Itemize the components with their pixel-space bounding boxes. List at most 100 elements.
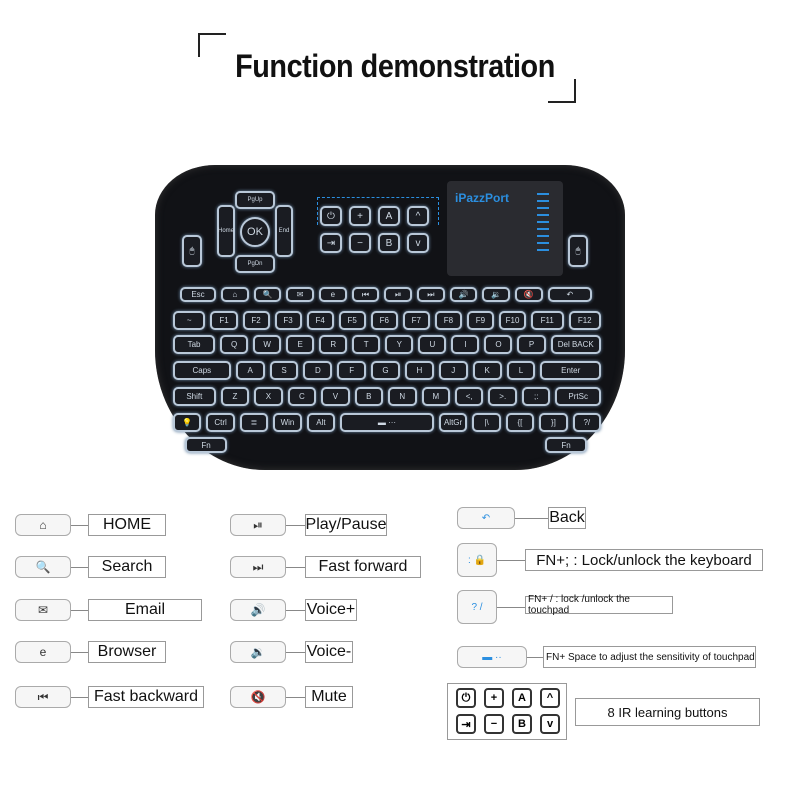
voice--key-icon: 🔊 xyxy=(230,599,286,621)
keyboard-key: Alt xyxy=(306,413,336,432)
legend-label: Search xyxy=(88,556,166,578)
browser-key-icon: e xyxy=(15,641,71,663)
keyboard-key: |\ xyxy=(472,413,501,432)
keyboard-key: >. xyxy=(488,387,517,406)
search-key-icon: 🔍 xyxy=(15,556,71,578)
keyboard-key: F3 xyxy=(274,311,302,330)
keyboard-key: O xyxy=(484,335,513,354)
dpad-right-key: End xyxy=(275,205,293,257)
keyboard-key: F7 xyxy=(402,311,430,330)
legend-label: Play/Pause xyxy=(305,514,387,536)
keyboard-key: F10 xyxy=(499,311,527,330)
keyboard-key: F1 xyxy=(210,311,238,330)
legend-label: Back xyxy=(548,507,586,529)
keyboard-key: Y xyxy=(385,335,414,354)
keyboard-key: W xyxy=(253,335,282,354)
keyboard-key: K xyxy=(472,361,502,380)
ir-learning-label: 8 IR learning buttons xyxy=(575,698,760,726)
ir-key: v xyxy=(407,233,429,253)
right-legend-key-icon: : 🔒 xyxy=(457,543,497,577)
keyboard-key: P xyxy=(517,335,546,354)
left-mouse-key: 🖱 xyxy=(182,235,202,267)
keyboard-key: V xyxy=(321,387,350,406)
keyboard-key: F xyxy=(337,361,367,380)
keyboard-key: Shift xyxy=(173,387,216,406)
connector-line xyxy=(71,610,88,611)
right-legend-key-icon: ▬ ·· xyxy=(457,646,527,668)
legend-label: FN+; : Lock/unlock the keyboard xyxy=(525,549,763,571)
legend-label: Voice- xyxy=(305,641,353,663)
legend-label: FN+ Space to adjust the sensitivity of t… xyxy=(543,646,756,668)
mute-key-icon: 🔇 xyxy=(230,686,286,708)
keyboard-key: ✉ xyxy=(286,287,314,302)
legend-label: Mute xyxy=(305,686,353,708)
keyboard-key: A xyxy=(235,361,265,380)
keyboard-key: Caps xyxy=(173,361,231,380)
keyboard-key: PrtSc xyxy=(555,387,601,406)
keyboard-key: Tab xyxy=(173,335,216,354)
keyboard-key: Z xyxy=(220,387,250,406)
keyboard-key: Ctrl xyxy=(206,413,235,432)
keyboard-image: iPazzPort OK PgUp PgDn Home End 🖱 🖱 ⏻ + A ^… xyxy=(155,165,625,470)
keyboard-key: F11 xyxy=(531,311,564,330)
play-pause-key-icon: ⏯ xyxy=(230,514,286,536)
keyboard-key: ↶ xyxy=(547,287,592,302)
keyboard-key: <, xyxy=(455,387,484,406)
keyboard-key: ⏭ xyxy=(417,287,445,302)
fn-key: Fn xyxy=(185,437,227,453)
keyboard-key: J xyxy=(438,361,468,380)
connector-line xyxy=(286,652,305,653)
email-key-icon: ✉ xyxy=(15,599,71,621)
legend-label: Email xyxy=(88,599,202,621)
corner-decoration xyxy=(548,79,576,103)
brand-logo: iPazzPort xyxy=(455,191,510,205)
keyboard-key: 🔉 xyxy=(482,287,511,302)
ir-button-icon: B xyxy=(512,714,532,734)
keyboard-key: }] xyxy=(539,413,568,432)
keyboard-key: F2 xyxy=(242,311,270,330)
keyboard-key: F4 xyxy=(306,311,334,330)
connector-line xyxy=(286,525,305,526)
keyboard-key: Esc xyxy=(180,287,216,302)
keyboard-key: 🔍 xyxy=(253,287,282,302)
keyboard-key: ≣ xyxy=(239,413,269,432)
ir-key: + xyxy=(349,206,371,226)
scroll-indicator xyxy=(537,193,549,256)
ir-key: ⇥ xyxy=(320,233,342,253)
connector-line xyxy=(71,567,88,568)
legend-label: Fast forward xyxy=(305,556,421,578)
connector-line xyxy=(497,607,525,608)
ir-button-icon: v xyxy=(540,714,560,734)
keyboard-key: T xyxy=(352,335,381,354)
connector-line xyxy=(515,518,548,519)
keyboard-key: X xyxy=(254,387,283,406)
keyboard-key: Enter xyxy=(540,361,601,380)
ir-button-icon: ⏻ xyxy=(456,688,476,708)
ir-key: ^ xyxy=(407,206,429,226)
fn-key: Fn xyxy=(545,437,587,453)
keyboard-key: 🔇 xyxy=(515,287,543,302)
ir-key: ⏻ xyxy=(320,206,342,226)
keyboard-key: F8 xyxy=(434,311,462,330)
dpad-down-key: PgDn xyxy=(235,255,275,273)
keyboard-key: D xyxy=(303,361,333,380)
right-legend-key-icon: ↶ xyxy=(457,507,515,529)
fast-forward-key-icon: ⏭ xyxy=(230,556,286,578)
keyboard-key: M xyxy=(421,387,451,406)
keyboard-key: I xyxy=(451,335,480,354)
connector-line xyxy=(527,657,543,658)
keyboard-key: E xyxy=(286,335,315,354)
ir-key: A xyxy=(378,206,400,226)
keyboard-key: 🔊 xyxy=(449,287,478,302)
ir-button-icon: + xyxy=(484,688,504,708)
legend-label: Fast backward xyxy=(88,686,204,708)
right-mouse-key: 🖱 xyxy=(568,235,588,267)
keyboard-key: ▬ ··· xyxy=(340,413,434,432)
dpad-up-key: PgUp xyxy=(235,191,275,209)
keyboard-key: ⏮ xyxy=(351,287,380,302)
connector-line xyxy=(71,652,88,653)
keyboard-key: ~ xyxy=(173,311,206,330)
keyboard-key: Q xyxy=(220,335,249,354)
ir-button-icon: − xyxy=(484,714,504,734)
keyboard-key: U xyxy=(418,335,447,354)
